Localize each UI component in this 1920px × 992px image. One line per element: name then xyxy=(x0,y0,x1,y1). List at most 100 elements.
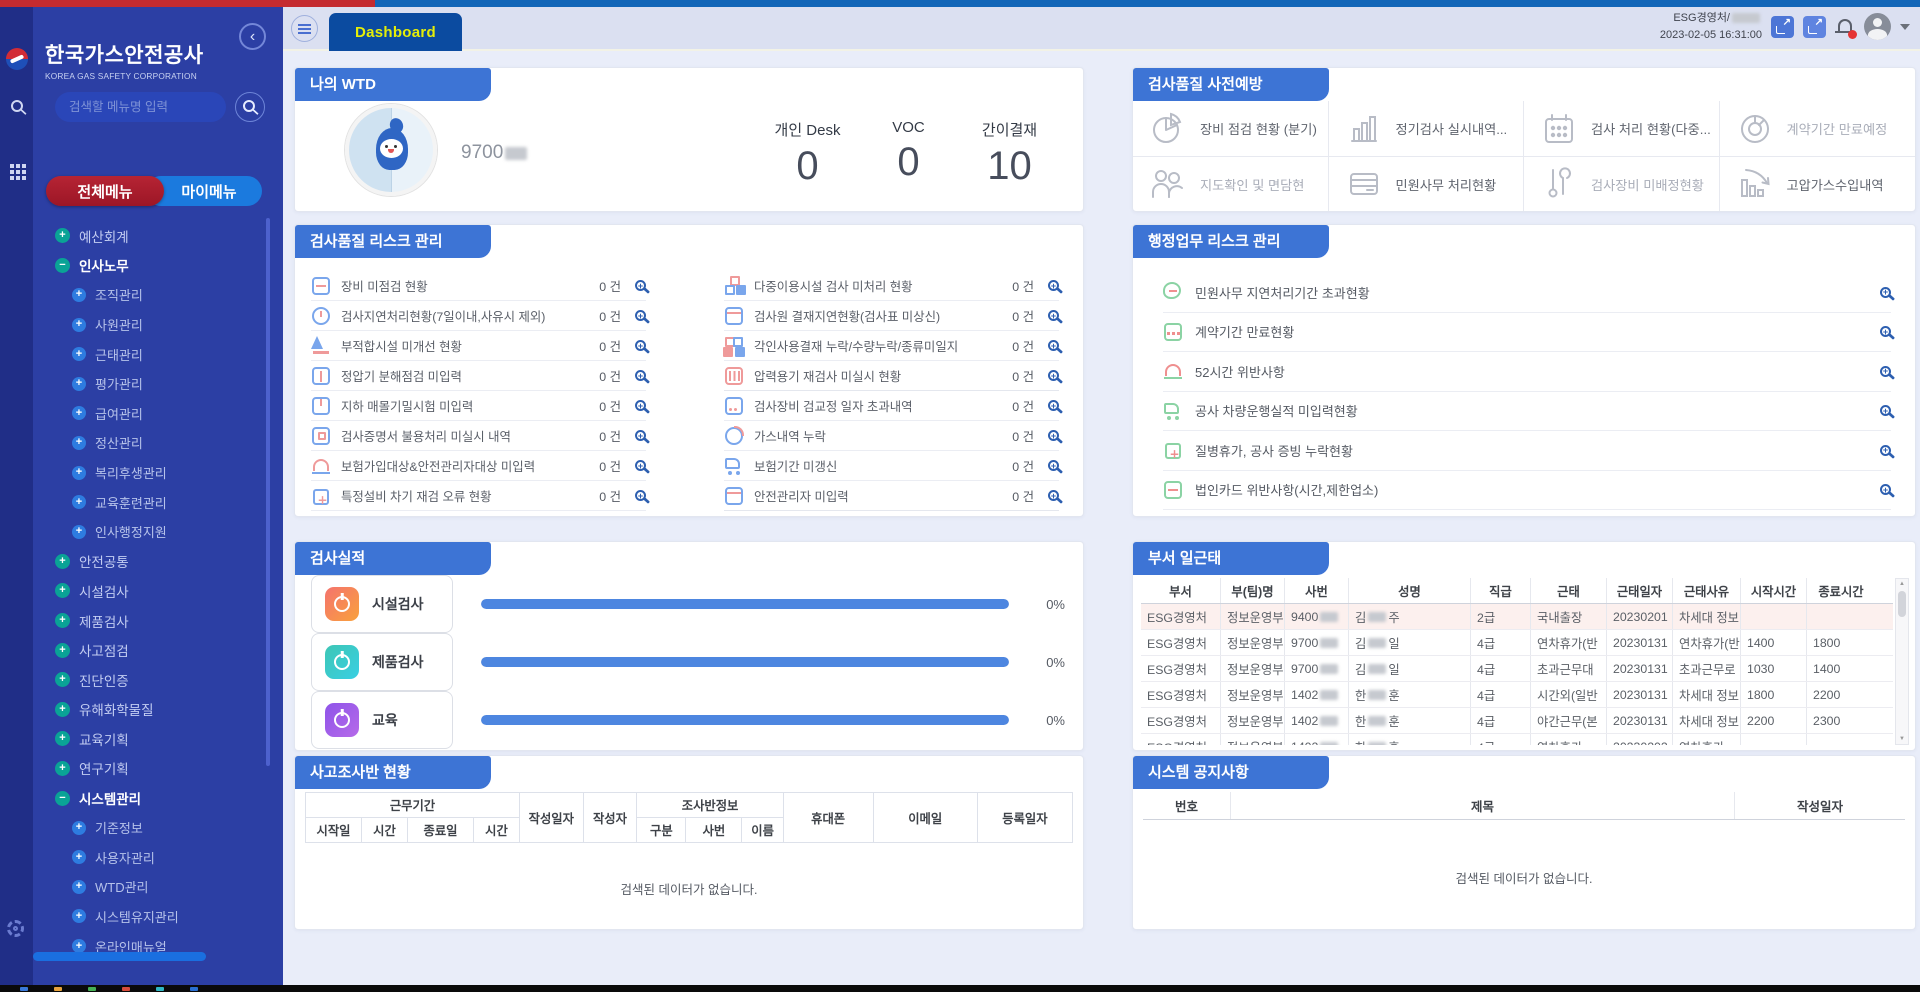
performance-category-button[interactable]: 제품검사 xyxy=(311,633,453,691)
prevention-cell-inspection-processing[interactable]: 검사 처리 현황(다중... xyxy=(1524,101,1720,156)
notification-bell[interactable] xyxy=(1835,17,1855,37)
prevention-cell-gas-import[interactable]: 고압가스수입내역 xyxy=(1720,156,1916,211)
expand-toggle-icon[interactable] xyxy=(72,436,86,450)
taskbar-icon[interactable] xyxy=(122,987,130,991)
performance-category-button[interactable]: 교육 xyxy=(311,691,453,749)
risk-item-row[interactable]: 검사장비 검교정 일자 초과내역 0 건 xyxy=(724,391,1059,421)
risk-item-row[interactable]: 보험기간 미갱신 0 건 xyxy=(724,451,1059,481)
risk-item-row[interactable]: 특정설비 차기 재검 오류 현황 0 건 xyxy=(311,481,646,511)
stat-simple-approval[interactable]: 간이결재 10 xyxy=(962,119,1057,188)
sidebar-menu-item[interactable]: 정산관리 xyxy=(33,428,269,458)
search-magnifier-icon[interactable] xyxy=(1880,405,1891,416)
avatar[interactable] xyxy=(1864,13,1891,40)
taskbar-icon[interactable] xyxy=(54,987,62,991)
sidebar-menu-item[interactable]: 평가관리 xyxy=(33,369,269,399)
search-magnifier-icon[interactable] xyxy=(1880,287,1891,298)
sidebar-menu-item[interactable]: 사원관리 xyxy=(33,310,269,340)
scroll-down-icon[interactable]: ▼ xyxy=(1899,736,1905,742)
search-magnifier-icon[interactable] xyxy=(1048,310,1059,321)
sidebar-menu-item[interactable]: 시설검사 xyxy=(33,576,269,606)
sidebar-menu-item[interactable]: 제품검사 xyxy=(33,606,269,636)
expand-toggle-icon[interactable] xyxy=(72,880,86,894)
expand-toggle-icon[interactable] xyxy=(55,258,70,273)
expand-toggle-icon[interactable] xyxy=(55,643,70,658)
expand-toggle-icon[interactable] xyxy=(55,228,70,243)
search-magnifier-icon[interactable] xyxy=(1048,340,1059,351)
sidebar-menu-item[interactable]: 기준정보 xyxy=(33,813,269,843)
risk-item-row[interactable]: 다중이용시설 검사 미처리 현황 0 건 xyxy=(724,271,1059,301)
open-popup-button[interactable]: ↗ xyxy=(1803,16,1826,38)
search-magnifier-icon[interactable] xyxy=(1048,430,1059,441)
search-magnifier-icon[interactable] xyxy=(635,430,646,441)
search-magnifier-icon[interactable] xyxy=(1048,400,1059,411)
search-magnifier-icon[interactable] xyxy=(1880,326,1891,337)
sidebar-menu-item[interactable]: 교육기획 xyxy=(33,724,269,754)
prevention-cell-periodic-inspection[interactable]: 정기검사 실시내역... xyxy=(1329,101,1525,156)
risk-item-row[interactable]: 검사증명서 불용처리 미실시 내역 0 건 xyxy=(311,421,646,451)
expand-toggle-icon[interactable] xyxy=(55,731,70,746)
search-magnifier-icon[interactable] xyxy=(1048,460,1059,471)
expand-toggle-icon[interactable] xyxy=(72,939,86,953)
admin-risk-row[interactable]: 계약기간 만료현황 xyxy=(1163,313,1891,353)
expand-toggle-icon[interactable] xyxy=(72,525,86,539)
sidebar-vertical-scrollbar[interactable] xyxy=(266,218,270,766)
admin-risk-row[interactable]: 법인카드 위반사항(시간,제한업소) xyxy=(1163,471,1891,511)
expand-toggle-icon[interactable] xyxy=(72,466,86,480)
risk-item-row[interactable]: 안전관리자 미입력 0 건 xyxy=(724,481,1059,511)
prevention-cell-civil-affairs[interactable]: 민원사무 처리현황 xyxy=(1329,156,1525,211)
prevention-cell-equipment-check[interactable]: 장비 점검 현황 (분기) xyxy=(1133,101,1329,156)
admin-risk-row[interactable]: 질병휴가, 공사 증빙 누락현황 xyxy=(1163,431,1891,471)
risk-item-row[interactable]: 보험가입대상&안전관리자대상 미입력 0 건 xyxy=(311,451,646,481)
sidebar-menu-item[interactable]: 진단인증 xyxy=(33,665,269,695)
expand-toggle-icon[interactable] xyxy=(55,702,70,717)
search-magnifier-icon[interactable] xyxy=(635,490,646,501)
scrollbar-thumb[interactable] xyxy=(1898,591,1906,617)
expand-toggle-icon[interactable] xyxy=(55,554,70,569)
risk-item-row[interactable]: 정압기 분해점검 미입력 0 건 xyxy=(311,361,646,391)
search-magnifier-icon[interactable] xyxy=(1048,280,1059,291)
table-scrollbar[interactable]: ▲▼ xyxy=(1895,578,1909,745)
menu-search-input[interactable] xyxy=(55,92,226,122)
sidebar-menu-item[interactable]: 사고점검 xyxy=(33,635,269,665)
menu-search-button[interactable] xyxy=(235,92,265,122)
expand-toggle-icon[interactable] xyxy=(55,791,70,806)
table-row[interactable]: ESG경영처 정보운영부 1402 한훈 4급 야간근무(본 20230131 … xyxy=(1141,708,1893,734)
sidebar-menu-item[interactable]: 인사행정지원 xyxy=(33,517,269,547)
scroll-up-icon[interactable]: ▲ xyxy=(1899,581,1905,587)
risk-item-row[interactable]: 압력용기 재검사 미실시 현황 0 건 xyxy=(724,361,1059,391)
sidebar-menu-item[interactable]: 시스템유지관리 xyxy=(33,902,269,932)
risk-item-row[interactable]: 각인사용결재 누락/수량누락/종류미일지 0 건 xyxy=(724,331,1059,361)
expand-toggle-icon[interactable] xyxy=(72,406,86,420)
tab-all-menu[interactable]: 전체메뉴 xyxy=(46,176,164,206)
sidebar-menu-item[interactable]: 조직관리 xyxy=(33,280,269,310)
menu-grid-icon[interactable] xyxy=(10,164,14,168)
expand-toggle-icon[interactable] xyxy=(72,821,86,835)
sidebar-collapse-button[interactable]: ‹ xyxy=(239,23,266,50)
expand-toggle-icon[interactable] xyxy=(72,318,86,332)
table-row[interactable]: ESG경영처 정보운영부 1402 한훈 4급 시간외(일반 20230131 … xyxy=(1141,682,1893,708)
sidebar-menu-item[interactable]: 예산회계 xyxy=(33,221,269,251)
search-magnifier-icon[interactable] xyxy=(635,310,646,321)
search-magnifier-icon[interactable] xyxy=(635,340,646,351)
sidebar-menu-item[interactable]: 급여관리 xyxy=(33,399,269,429)
open-window-button[interactable]: ↗ xyxy=(1771,16,1794,38)
settings-gear-icon[interactable] xyxy=(7,920,24,937)
sidebar-menu-item[interactable]: 근태관리 xyxy=(33,339,269,369)
sidebar-menu-item[interactable]: 인사노무 xyxy=(33,251,269,281)
expand-toggle-icon[interactable] xyxy=(55,613,70,628)
risk-item-row[interactable]: 장비 미점검 현황 0 건 xyxy=(311,271,646,301)
taskbar-icon[interactable] xyxy=(88,987,96,991)
search-magnifier-icon[interactable] xyxy=(635,460,646,471)
sidebar-menu-item[interactable]: 사용자관리 xyxy=(33,842,269,872)
prevention-cell-guidance-interview[interactable]: 지도확인 및 면담현 xyxy=(1133,156,1329,211)
sidebar-menu-item[interactable]: WTD관리 xyxy=(33,872,269,902)
search-magnifier-icon[interactable] xyxy=(1880,445,1891,456)
windows-taskbar[interactable] xyxy=(0,985,1920,992)
stat-voc[interactable]: VOC 0 xyxy=(861,119,956,188)
expand-toggle-icon[interactable] xyxy=(72,288,86,302)
sidebar-menu-item[interactable]: 복리후생관리 xyxy=(33,458,269,488)
expand-toggle-icon[interactable] xyxy=(55,761,70,776)
risk-item-row[interactable]: 부적합시설 미개선 현황 0 건 xyxy=(311,331,646,361)
stat-personal-desk[interactable]: 개인 Desk 0 xyxy=(760,119,855,188)
chevron-down-icon[interactable] xyxy=(1900,24,1910,30)
